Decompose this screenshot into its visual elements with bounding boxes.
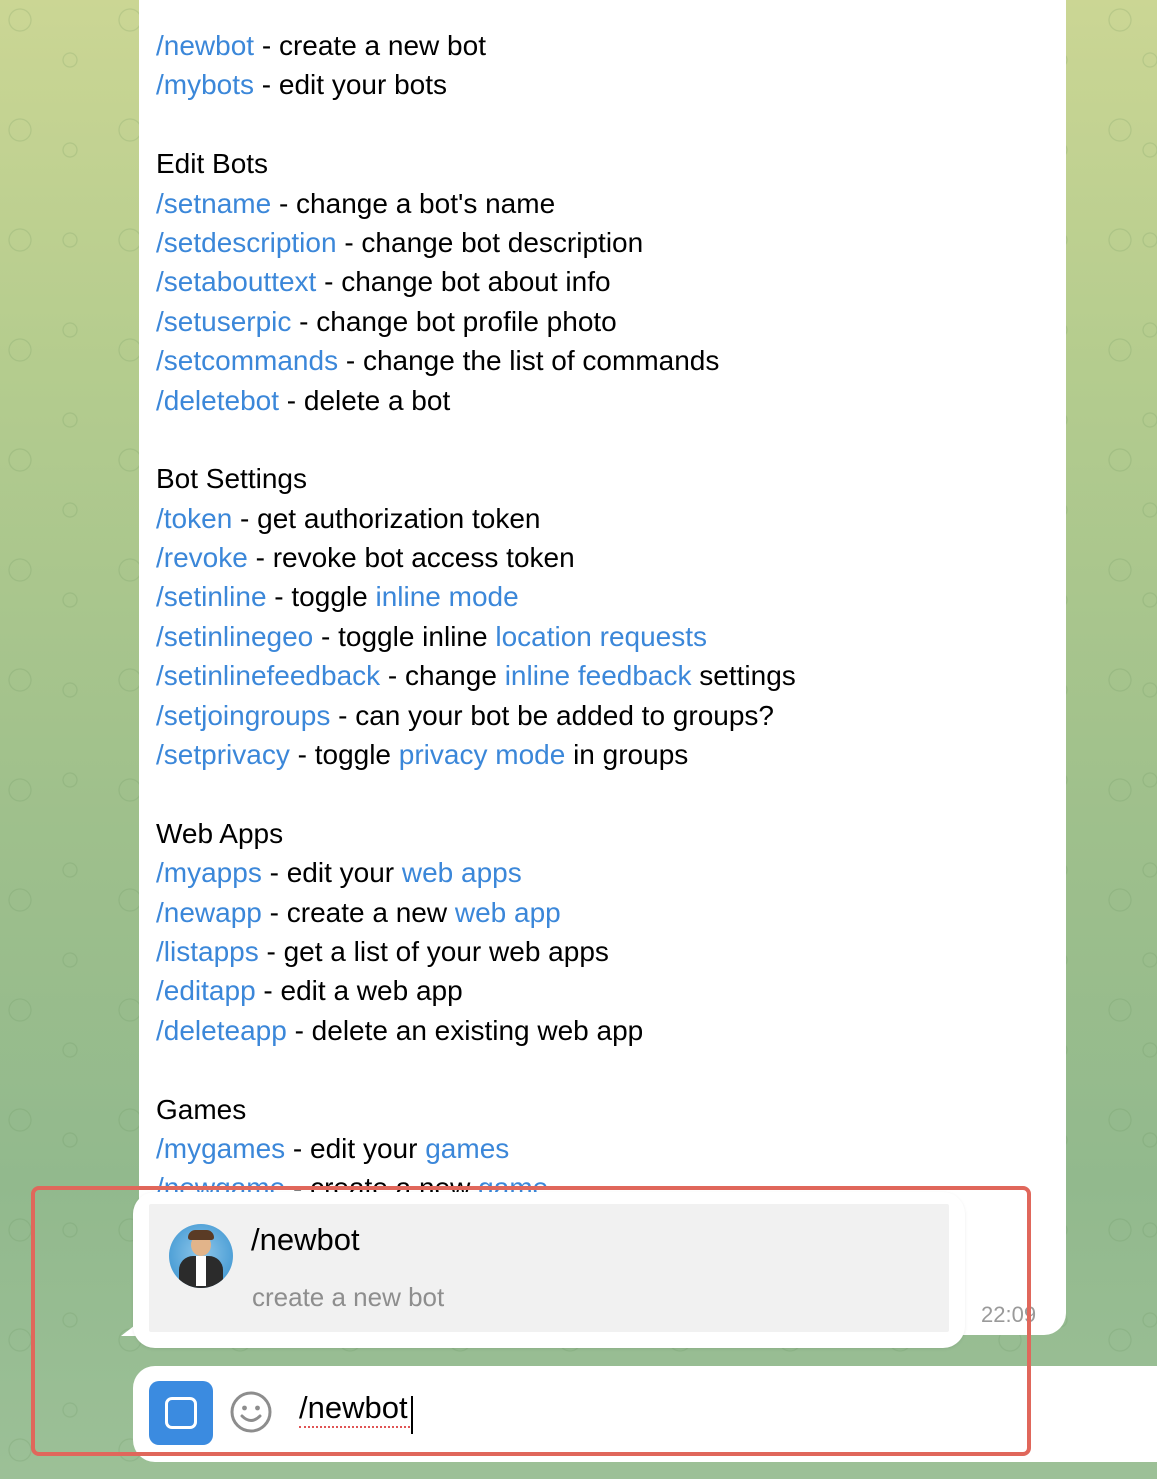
- message-line: /revoke - revoke bot access token: [156, 538, 796, 577]
- command-link[interactable]: /newbot: [156, 30, 254, 61]
- bot-message-bubble: /newbot - create a new bot/mybots - edit…: [139, 0, 1066, 1335]
- command-link[interactable]: /setjoingroups: [156, 700, 330, 731]
- command-link[interactable]: /mybots: [156, 69, 254, 100]
- message-fragment: Bot Settings: [156, 463, 307, 495]
- message-fragment: - delete an existing web app: [286, 1014, 644, 1046]
- message-line: /mygames - edit your games: [156, 1129, 796, 1168]
- message-fragment: Web Apps: [156, 817, 284, 849]
- message-fragment: - delete a bot: [279, 384, 451, 416]
- message-fragment: in groups: [565, 739, 689, 771]
- message-fragment: - can your bot be added to groups?: [330, 699, 774, 731]
- message-line: /newbot - create a new bot: [156, 26, 796, 65]
- message-fragment: - edit your: [261, 857, 402, 889]
- message-fragment: Games: [156, 1093, 247, 1125]
- command-suggestion-item[interactable]: /newbot create a new bot: [149, 1204, 949, 1332]
- message-fragment: - edit your bots: [254, 69, 448, 101]
- message-line: Games: [156, 1090, 796, 1129]
- message-fragment: - create a new bot: [254, 30, 486, 61]
- message-line: /myapps - edit your web apps: [156, 853, 796, 892]
- command-link[interactable]: /setuserpic: [156, 306, 291, 337]
- message-line: Bot Settings: [156, 459, 796, 498]
- text-link[interactable]: inline mode: [375, 581, 518, 612]
- message-line: /setdescription - change bot description: [156, 223, 796, 262]
- command-link[interactable]: /editapp: [156, 975, 256, 1006]
- command-link[interactable]: /token: [156, 503, 232, 534]
- command-link[interactable]: /deletebot: [156, 385, 279, 416]
- message-line: /setinline - toggle inline mode: [156, 577, 796, 616]
- message-fragment: - change: [380, 660, 505, 692]
- message-fragment: - toggle inline: [313, 620, 496, 652]
- message-fragment: settings: [691, 660, 796, 692]
- message-timestamp: 22:09: [981, 1302, 1037, 1327]
- message-line: /editapp - edit a web app: [156, 971, 796, 1010]
- message-fragment: - get a list of your web apps: [258, 935, 609, 967]
- suggestion-description: create a new bot: [252, 1282, 445, 1312]
- message-line: /setname - change a bot's name: [156, 184, 796, 223]
- bot-menu-icon: [165, 1397, 197, 1429]
- message-line: /setcommands - change the list of comman…: [156, 341, 796, 380]
- command-link[interactable]: /listapps: [156, 936, 259, 967]
- message-line: /setabouttext - change bot about info: [156, 262, 796, 301]
- message-line: /setinlinegeo - toggle inline location r…: [156, 617, 796, 656]
- message-line: /setuserpic - change bot profile photo: [156, 302, 796, 341]
- message-line: /newapp - create a new web app: [156, 893, 796, 932]
- message-line: Edit Bots: [156, 144, 796, 183]
- command-link[interactable]: /revoke: [156, 542, 248, 573]
- message-fragment: - edit a web app: [255, 975, 463, 1007]
- text-caret: [411, 1396, 413, 1434]
- command-suggestion-panel: /newbot create a new bot: [133, 1192, 965, 1348]
- message-line: Web Apps: [156, 814, 796, 853]
- message-line: /deletebot - delete a bot: [156, 381, 796, 420]
- message-fragment: - toggle: [289, 739, 399, 771]
- text-link[interactable]: web apps: [402, 857, 522, 888]
- message-line: /setinlinefeedback - change inline feedb…: [156, 656, 796, 695]
- bot-menu-button[interactable]: [149, 1381, 213, 1445]
- message-line: /mybots - edit your bots: [156, 65, 796, 104]
- message-fragment: Edit Bots: [156, 148, 269, 180]
- message-line: /deleteapp - delete an existing web app: [156, 1011, 796, 1050]
- message-fragment: - change the list of commands: [338, 345, 720, 377]
- message-input[interactable]: /newbot: [299, 1390, 410, 1428]
- message-text: /newbot - create a new bot/mybots - edit…: [156, 26, 796, 1208]
- message-fragment: - toggle: [266, 581, 376, 613]
- message-line: /token - get authorization token: [156, 499, 796, 538]
- command-link[interactable]: /setinline: [156, 581, 267, 612]
- command-link[interactable]: /setinlinegeo: [156, 621, 313, 652]
- command-link[interactable]: /setcommands: [156, 345, 338, 376]
- text-link[interactable]: games: [425, 1133, 509, 1164]
- text-link[interactable]: privacy mode: [399, 739, 566, 770]
- command-link[interactable]: /setabouttext: [156, 266, 316, 297]
- command-link[interactable]: /myapps: [156, 857, 262, 888]
- message-fragment: - change a bot's name: [271, 187, 556, 219]
- emoji-icon: [230, 1391, 272, 1433]
- command-link[interactable]: /setinlinefeedback: [156, 660, 380, 691]
- message-fragment: - get authorization token: [232, 502, 541, 534]
- command-link[interactable]: /mygames: [156, 1133, 285, 1164]
- command-link[interactable]: /setdescription: [156, 227, 337, 258]
- message-composer: /newbot: [133, 1366, 1157, 1462]
- text-link[interactable]: inline feedback: [505, 660, 692, 691]
- command-link[interactable]: /deleteapp: [156, 1015, 287, 1046]
- message-fragment: - create a new: [261, 896, 455, 928]
- command-link[interactable]: /newapp: [156, 897, 262, 928]
- message-line: /listapps - get a list of your web apps: [156, 932, 796, 971]
- message-fragment: - change bot about info: [316, 266, 611, 298]
- message-line: /setjoingroups - can your bot be added t…: [156, 696, 796, 735]
- message-line: /setprivacy - toggle privacy mode in gro…: [156, 735, 796, 774]
- message-fragment: - edit your: [285, 1132, 426, 1164]
- message-fragment: - change bot profile photo: [291, 305, 617, 337]
- text-link[interactable]: location requests: [495, 621, 707, 652]
- emoji-button[interactable]: [229, 1390, 273, 1434]
- message-fragment: - change bot description: [336, 226, 644, 258]
- message-fragment: - revoke bot access token: [247, 542, 575, 574]
- suggestion-command: /newbot: [251, 1222, 360, 1257]
- command-link[interactable]: /setname: [156, 188, 271, 219]
- text-link[interactable]: web app: [455, 897, 561, 928]
- bot-avatar: [169, 1224, 233, 1288]
- command-link[interactable]: /setprivacy: [156, 739, 290, 770]
